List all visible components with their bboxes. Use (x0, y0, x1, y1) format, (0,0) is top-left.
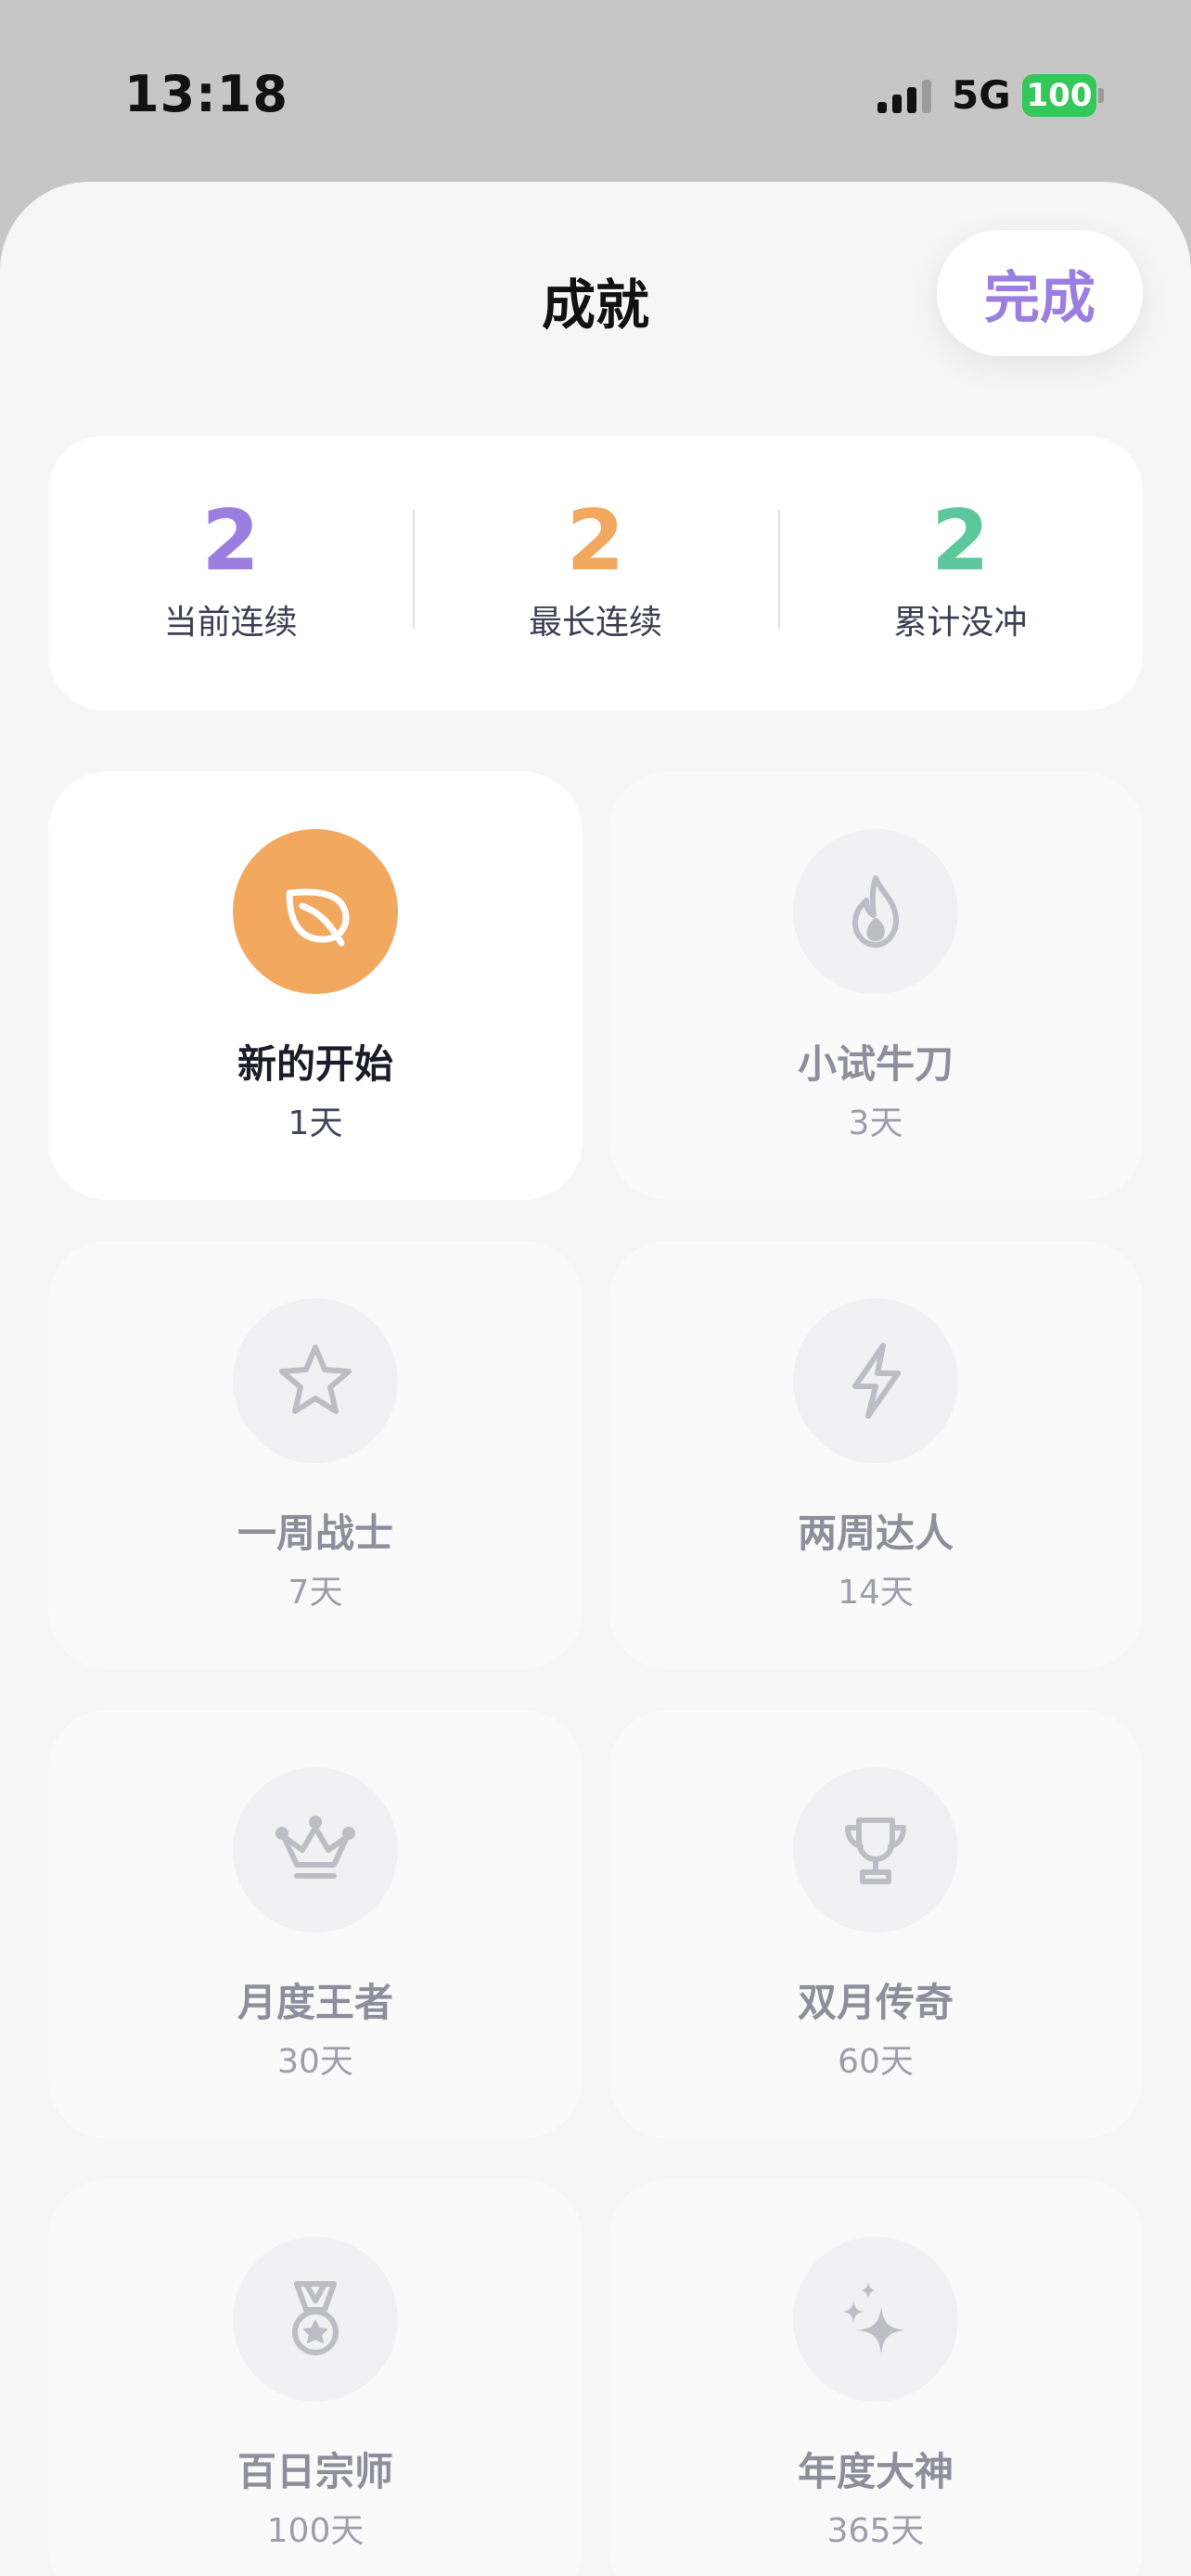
stat-value: 2 (201, 492, 260, 590)
badge-card[interactable]: 年度大神 365天 (608, 2179, 1143, 2576)
badge-card[interactable]: 双月传奇 60天 (608, 1710, 1143, 2138)
badge-icon-circle (793, 1767, 958, 1932)
badge-card[interactable]: 新的开始 1天 (48, 772, 583, 1200)
network-label: 5G (952, 72, 1011, 118)
stat-longest-streak: 2 最长连续 (413, 436, 777, 710)
badge-icon-circle (233, 829, 398, 994)
trophy-icon (845, 1817, 906, 1884)
badge-name: 一周战士 (237, 1511, 393, 1556)
medal-icon (292, 2281, 339, 2355)
badge-name: 双月传奇 (797, 1980, 954, 2025)
badge-name: 小试牛刀 (797, 1041, 954, 1087)
badge-icon-circle (793, 1298, 958, 1463)
stat-label: 当前连续 (163, 604, 298, 642)
flame-icon (852, 875, 899, 948)
badge-icon-circle (793, 2237, 958, 2402)
badge-icon-circle (233, 1298, 398, 1463)
badge-icon-circle (793, 829, 958, 994)
badge-days: 60天 (838, 2043, 914, 2081)
done-button[interactable]: 完成 (937, 230, 1143, 356)
battery-cap (1098, 88, 1104, 103)
badge-card[interactable]: 百日宗师 100天 (48, 2179, 583, 2576)
battery-icon: 100 (1022, 74, 1104, 117)
status-bar: 13:18 5G 100 (0, 0, 1191, 182)
stats-card: 2 当前连续 2 最长连续 2 累计没冲 (48, 436, 1143, 710)
stat-value: 2 (931, 492, 990, 590)
badge-days: 7天 (288, 1574, 343, 1612)
status-time: 13:18 (124, 65, 288, 123)
stat-divider (413, 510, 416, 629)
badge-card[interactable]: 两周达人 14天 (608, 1241, 1143, 1669)
stat-label: 累计没冲 (893, 604, 1028, 642)
stat-label: 最长连续 (528, 604, 662, 642)
badge-icon-circle (233, 1767, 398, 1932)
badge-days: 3天 (848, 1104, 903, 1142)
badge-days: 100天 (266, 2512, 365, 2550)
badge-card[interactable]: 月度王者 30天 (48, 1710, 583, 2138)
badge-card[interactable]: 一周战士 7天 (48, 1241, 583, 1669)
badge-days: 30天 (277, 2043, 353, 2081)
signal-icon (877, 80, 931, 113)
badge-days: 14天 (838, 1574, 914, 1612)
leaf-icon (286, 888, 350, 947)
badge-name: 新的开始 (237, 1041, 393, 1087)
sparkles-icon (842, 2282, 905, 2354)
badge-name: 两周达人 (797, 1511, 954, 1556)
crown-icon (275, 1816, 355, 1879)
battery-level: 100 (1022, 74, 1096, 117)
star-icon (279, 1345, 352, 1414)
badge-days: 1天 (288, 1104, 343, 1142)
stat-divider (777, 510, 780, 629)
badge-card[interactable]: 小试牛刀 3天 (608, 772, 1143, 1200)
stat-total: 2 累计没冲 (777, 436, 1143, 710)
lightning-icon (852, 1343, 901, 1419)
badge-name: 年度大神 (797, 2449, 954, 2494)
stat-value: 2 (566, 492, 625, 590)
badge-days: 365天 (826, 2512, 925, 2550)
stat-current-streak: 2 当前连续 (48, 436, 413, 710)
badge-name: 百日宗师 (237, 2449, 393, 2494)
badge-icon-circle (233, 2237, 398, 2402)
badge-name: 月度王者 (237, 1980, 393, 2025)
achievements-sheet: 成就 完成 2 当前连续 2 最长连续 2 累计没冲 新的开始 1天 小试牛刀 … (0, 182, 1191, 2576)
